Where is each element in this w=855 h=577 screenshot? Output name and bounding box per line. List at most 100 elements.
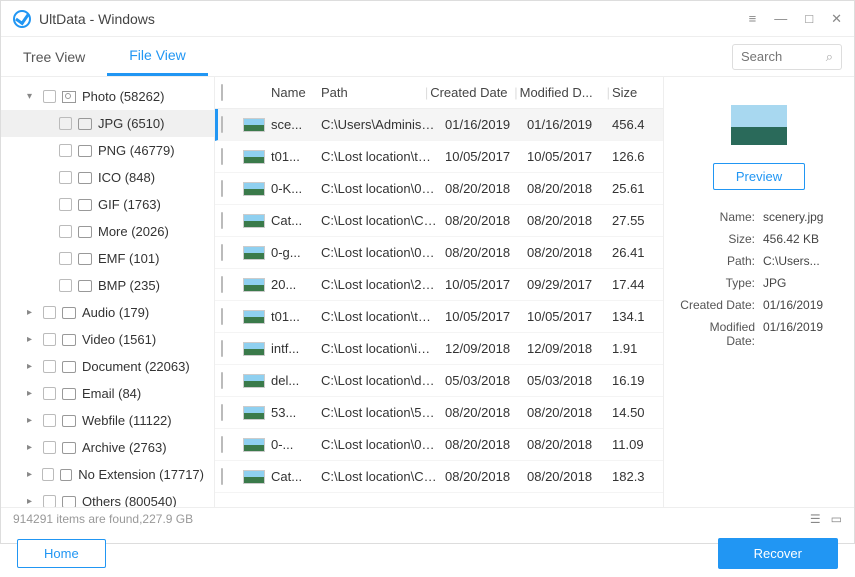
checkbox[interactable] (221, 436, 223, 453)
sidebar-item-photo[interactable]: ▾ Photo (58262) (1, 83, 214, 110)
checkbox[interactable] (221, 404, 223, 421)
sidebar-item-category[interactable]: ▸ Video (1561) (1, 326, 214, 353)
checkbox[interactable] (59, 279, 72, 292)
checkbox[interactable] (221, 180, 223, 197)
checkbox[interactable] (221, 308, 223, 325)
tab-tree-view[interactable]: Tree View (1, 37, 107, 76)
sidebar-item-child[interactable]: PNG (46779) (1, 137, 214, 164)
preview-field-value: 456.42 KB (763, 232, 840, 246)
sidebar: ▾ Photo (58262) JPG (6510) PNG (46779) I… (1, 77, 215, 507)
expand-icon[interactable]: ▸ (27, 415, 37, 426)
sidebar-item-child[interactable]: BMP (235) (1, 272, 214, 299)
sidebar-item-category[interactable]: ▸ Email (84) (1, 380, 214, 407)
checkbox[interactable] (59, 144, 72, 157)
category-icon (62, 442, 76, 454)
cell-path: C:\Lost location\53573[1].jpg (321, 405, 445, 420)
cell-name: Cat... (271, 469, 321, 484)
checkbox[interactable] (43, 306, 56, 319)
checkbox[interactable] (221, 372, 223, 389)
checkbox[interactable] (221, 340, 223, 357)
sidebar-item-category[interactable]: ▸ Document (22063) (1, 353, 214, 380)
checkbox-all[interactable] (221, 84, 223, 101)
menu-icon[interactable]: ≡ (749, 11, 757, 27)
sidebar-item-category[interactable]: ▸ Archive (2763) (1, 434, 214, 461)
checkbox[interactable] (59, 225, 72, 238)
folder-icon (78, 226, 92, 238)
sidebar-item-child[interactable]: GIF (1763) (1, 191, 214, 218)
cell-created: 12/09/2018 (445, 341, 527, 356)
sidebar-item-category[interactable]: ▸ Webfile (11122) (1, 407, 214, 434)
sidebar-label: BMP (235) (98, 278, 160, 293)
sidebar-item-child[interactable]: ICO (848) (1, 164, 214, 191)
checkbox[interactable] (43, 90, 56, 103)
table-row[interactable]: sce... C:\Users\Administrator\De... 01/1… (215, 109, 663, 141)
list-view-icon[interactable]: ☰ (810, 512, 821, 526)
sidebar-item-child[interactable]: More (2026) (1, 218, 214, 245)
minimize-icon[interactable]: — (774, 11, 787, 27)
table-row[interactable]: 53... C:\Lost location\53573[1].jpg 08/2… (215, 397, 663, 429)
close-icon[interactable]: ✕ (831, 11, 842, 27)
cell-path: C:\Lost location\0-gidq5s[1... (321, 245, 445, 260)
expand-icon[interactable]: ▸ (27, 334, 37, 345)
folder-icon (78, 172, 92, 184)
checkbox[interactable] (221, 276, 223, 293)
col-path[interactable]: Path (321, 85, 423, 100)
checkbox[interactable] (221, 212, 223, 229)
expand-icon[interactable]: ▸ (27, 307, 37, 318)
checkbox[interactable] (221, 468, 223, 485)
checkbox[interactable] (221, 244, 223, 261)
col-name[interactable]: Name (271, 85, 321, 100)
table-row[interactable]: 0-... C:\Lost location\0-WH5GiV... 08/20… (215, 429, 663, 461)
sidebar-label: Photo (58262) (82, 89, 164, 104)
checkbox[interactable] (59, 117, 72, 130)
checkbox[interactable] (59, 171, 72, 184)
cell-path: C:\Lost location\0-K38SgB[... (321, 181, 445, 196)
search-input[interactable] (741, 49, 811, 64)
expand-icon[interactable]: ▸ (27, 469, 36, 480)
expand-icon[interactable]: ▸ (27, 496, 37, 507)
checkbox[interactable] (43, 387, 56, 400)
search-icon[interactable]: ⌕ (826, 49, 833, 65)
checkbox[interactable] (43, 360, 56, 373)
table-row[interactable]: del... C:\Lost location\dell_passw... 05… (215, 365, 663, 397)
checkbox[interactable] (43, 441, 56, 454)
checkbox[interactable] (43, 333, 56, 346)
expand-icon[interactable]: ▸ (27, 388, 37, 399)
sidebar-item-child[interactable]: JPG (6510) (1, 110, 214, 137)
col-created[interactable]: Created Date (430, 85, 512, 100)
checkbox[interactable] (42, 468, 54, 481)
checkbox[interactable] (59, 252, 72, 265)
thumbnail-icon (243, 310, 265, 324)
cell-modified: 12/09/2018 (527, 341, 612, 356)
preview-button[interactable]: Preview (713, 163, 805, 190)
col-modified[interactable]: Modified D... (520, 85, 605, 100)
col-size[interactable]: Size (612, 85, 657, 100)
table-row[interactable]: 20... C:\Lost location\202376301... 10/0… (215, 269, 663, 301)
tab-file-view[interactable]: File View (107, 37, 208, 76)
table-row[interactable]: t01... C:\Lost location\t01eca376... 10/… (215, 141, 663, 173)
checkbox[interactable] (43, 414, 56, 427)
recover-button[interactable]: Recover (718, 538, 838, 569)
grid-view-icon[interactable]: ▭ (831, 512, 842, 526)
checkbox[interactable] (59, 198, 72, 211)
table-row[interactable]: Cat... C:\Lost location\CatchFB24... 08/… (215, 461, 663, 493)
checkbox[interactable] (221, 148, 223, 165)
checkbox[interactable] (221, 116, 223, 133)
sidebar-item-category[interactable]: ▸ Others (800540) (1, 488, 214, 507)
table-row[interactable]: 0-g... C:\Lost location\0-gidq5s[1... 08… (215, 237, 663, 269)
table-row[interactable]: Cat... C:\Lost location\Catch(08-... 08/… (215, 205, 663, 237)
content: Name Path | Created Date | Modified D...… (215, 77, 854, 507)
table-row[interactable]: intf... C:\Lost location\intf[1].jpg 12/… (215, 333, 663, 365)
sidebar-item-category[interactable]: ▸ Audio (179) (1, 299, 214, 326)
maximize-icon[interactable]: □ (805, 11, 813, 27)
sidebar-item-category[interactable]: ▸ No Extension (17717) (1, 461, 214, 488)
search-box[interactable]: ⌕ (732, 44, 842, 70)
expand-icon[interactable]: ▸ (27, 442, 37, 453)
expand-icon[interactable]: ▸ (27, 361, 37, 372)
table-row[interactable]: 0-K... C:\Lost location\0-K38SgB[... 08/… (215, 173, 663, 205)
table-row[interactable]: t01... C:\Lost location\t01ed4cf0... 10/… (215, 301, 663, 333)
collapse-icon[interactable]: ▾ (27, 91, 37, 102)
home-button[interactable]: Home (17, 539, 106, 568)
sidebar-item-child[interactable]: EMF (101) (1, 245, 214, 272)
checkbox[interactable] (43, 495, 56, 507)
